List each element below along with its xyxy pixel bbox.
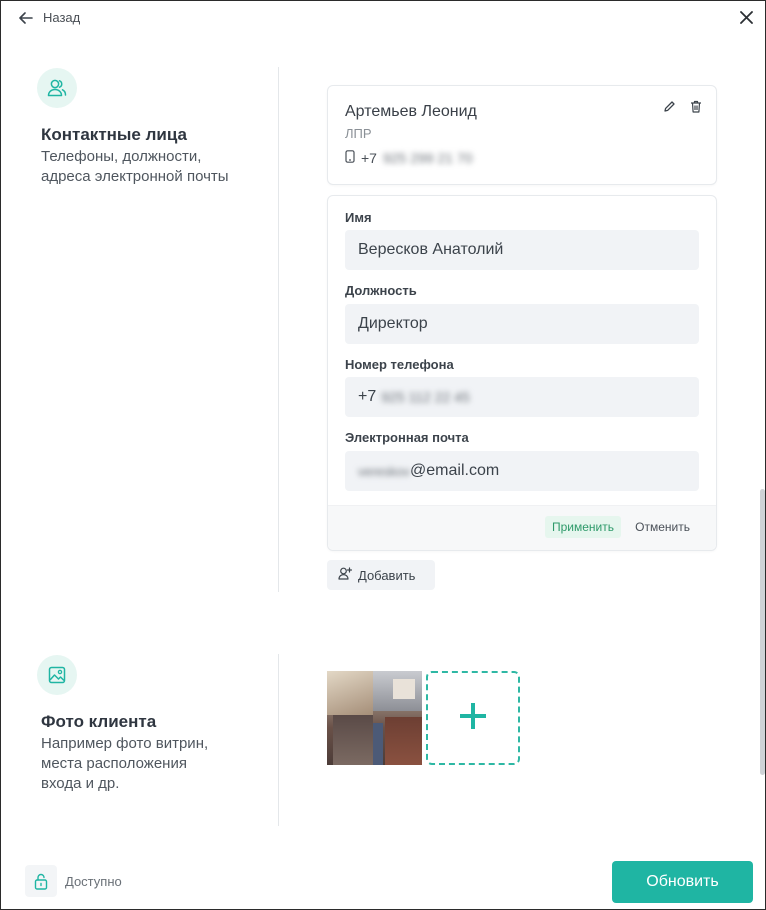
add-photo-button[interactable]: [426, 671, 520, 765]
contacts-icon: [37, 68, 77, 108]
email-label: Электронная почта: [345, 430, 469, 445]
email-local-part: vereskov: [358, 463, 411, 479]
contact-phone-prefix: +7: [361, 150, 377, 166]
cancel-button[interactable]: Отменить: [635, 516, 690, 538]
position-label: Должность: [345, 283, 417, 298]
email-field[interactable]: vereskov @email.com: [345, 451, 699, 491]
photo-section-title: Фото клиента: [41, 712, 157, 731]
scrollbar[interactable]: [760, 489, 765, 775]
name-field[interactable]: Вересков Анатолий: [345, 230, 699, 270]
close-icon[interactable]: [740, 11, 753, 29]
phone-field[interactable]: +7 925 112 22 45: [345, 377, 699, 417]
phone-prefix: +7: [358, 388, 377, 405]
phone-icon: [345, 150, 355, 166]
bottom-bar: Доступно Обновить: [1, 853, 765, 909]
photo-section-description: Например фото витрин, места расположения…: [41, 735, 209, 792]
phone-number: 925 112 22 45: [381, 389, 470, 405]
contact-role: ЛПР: [345, 126, 372, 141]
contact-card: Артемьев Леонид ЛПР +7 925 299 21 70: [327, 85, 717, 185]
contacts-section-description: Телефоны, должности, адреса электронной …: [41, 148, 229, 185]
contact-form: Имя Вересков Анатолий Должность Директор…: [327, 195, 717, 551]
update-button[interactable]: Обновить: [612, 861, 753, 903]
back-label: Назад: [43, 10, 81, 25]
contact-card-actions: [663, 100, 702, 118]
dialog-frame: Назад Контактные лица Телефоны, должност…: [0, 0, 766, 910]
position-value: Директор: [358, 315, 428, 332]
unlock-icon: [25, 865, 57, 897]
add-contact-label: Добавить: [358, 567, 416, 583]
client-photo-thumbnail[interactable]: [327, 671, 422, 765]
apply-button[interactable]: Применить: [544, 516, 621, 538]
add-contact-button[interactable]: Добавить: [327, 560, 435, 590]
contact-phone: +7 925 299 21 70: [345, 150, 473, 166]
plus-icon: [460, 702, 486, 734]
arrow-left-icon: [19, 11, 33, 24]
availability-label: Доступно: [65, 873, 122, 889]
name-label: Имя: [345, 210, 372, 225]
pencil-icon[interactable]: [663, 100, 676, 118]
email-domain: @email.com: [410, 462, 500, 479]
availability-toggle[interactable]: Доступно: [25, 865, 122, 897]
contact-name: Артемьев Леонид: [345, 103, 477, 120]
position-field[interactable]: Директор: [345, 304, 699, 344]
contact-phone-number: 925 299 21 70: [382, 150, 473, 166]
image-icon: [37, 655, 77, 695]
contacts-section-title: Контактные лица: [41, 125, 187, 144]
divider: [278, 654, 279, 826]
divider: [278, 67, 279, 592]
top-bar: Назад: [1, 1, 765, 37]
add-user-icon: [338, 567, 353, 583]
phone-label: Номер телефона: [345, 357, 454, 372]
name-value: Вересков Анатолий: [358, 241, 504, 258]
trash-icon[interactable]: [690, 100, 702, 118]
form-footer: Применить Отменить: [328, 505, 716, 550]
back-button[interactable]: Назад: [19, 10, 80, 25]
